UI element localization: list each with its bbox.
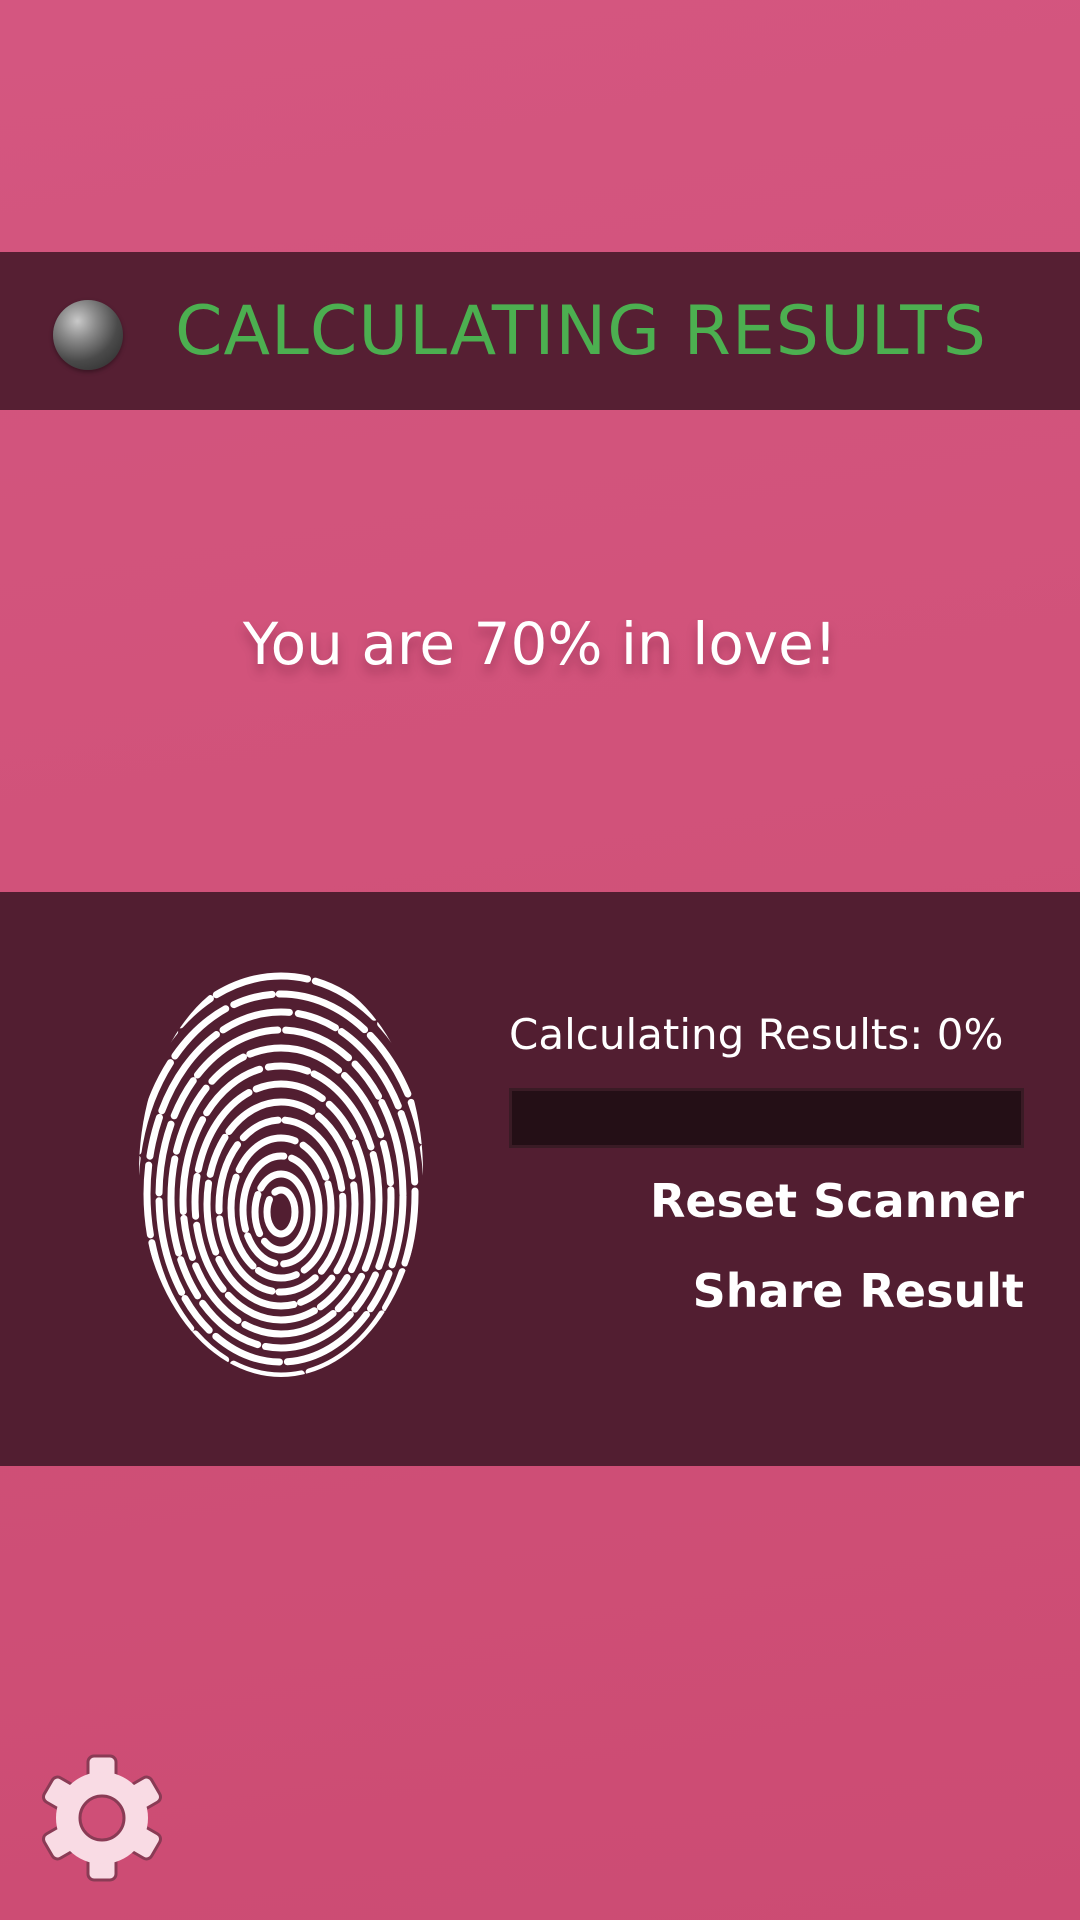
status-orb-icon (53, 300, 123, 370)
status-title: CALCULATING RESULTS (175, 292, 987, 371)
reset-scanner-button[interactable]: Reset Scanner (650, 1174, 1024, 1228)
share-result-button[interactable]: Share Result (693, 1264, 1024, 1318)
fingerprint-icon[interactable] (133, 962, 429, 1388)
result-text: You are 70% in love! (242, 610, 838, 678)
progress-label: Calculating Results: 0% (509, 1010, 1004, 1059)
scanner-panel: Calculating Results: 0% Reset Scanner Sh… (0, 892, 1080, 1466)
gear-icon[interactable] (36, 1752, 168, 1884)
status-bar: CALCULATING RESULTS (0, 252, 1080, 410)
progress-bar (509, 1088, 1024, 1148)
